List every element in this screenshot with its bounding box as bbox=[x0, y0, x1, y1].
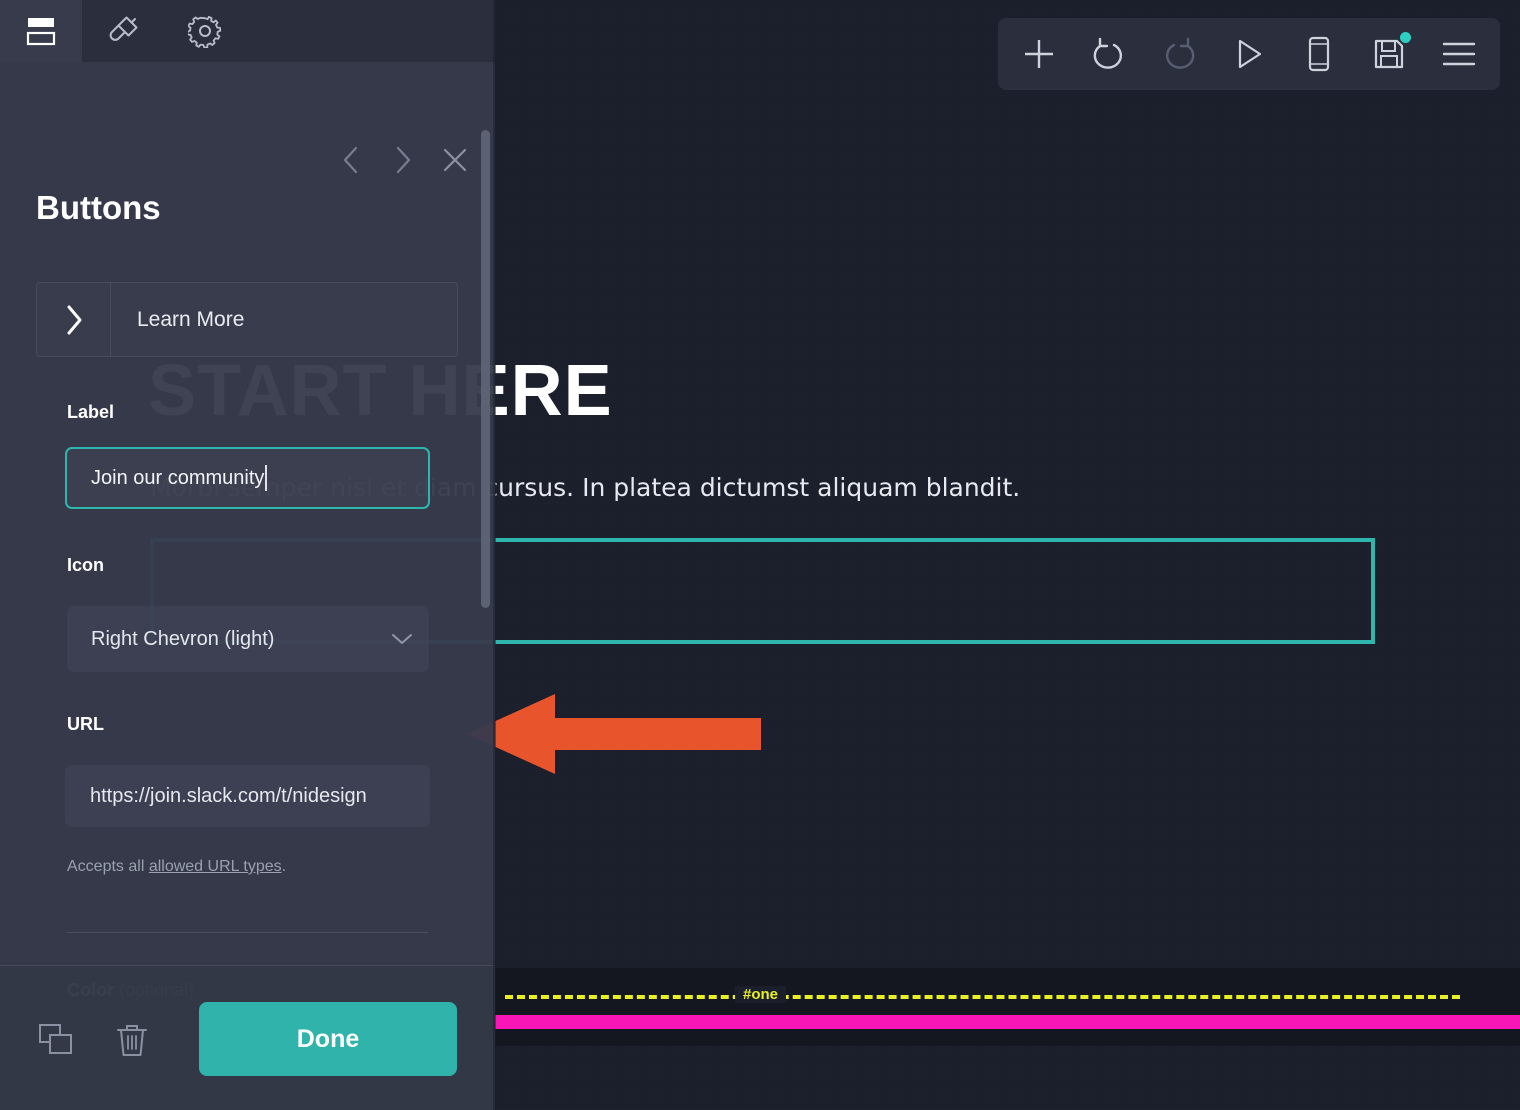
paintbrush-icon bbox=[109, 16, 138, 41]
layout-sections-icon bbox=[26, 18, 56, 46]
label-input-value: Join our community bbox=[91, 466, 265, 489]
gear-icon bbox=[188, 15, 222, 48]
page-title: Buttons bbox=[36, 189, 161, 226]
icon-select-value: Right Chevron (light) bbox=[91, 627, 275, 650]
right-chevron-icon bbox=[67, 305, 81, 334]
panel-scrollbar[interactable] bbox=[481, 130, 490, 608]
annotation-arrow-icon bbox=[467, 694, 761, 774]
button-item-card[interactable]: Learn More bbox=[36, 282, 458, 357]
save-icon bbox=[1374, 39, 1404, 69]
tabbar-filler bbox=[246, 0, 495, 62]
button-item-label: Learn More bbox=[137, 307, 245, 331]
tab-settings[interactable] bbox=[164, 0, 246, 62]
panel-body: Buttons Learn More Label Join our commun… bbox=[0, 62, 495, 1110]
top-toolbar bbox=[998, 18, 1500, 90]
save-button[interactable] bbox=[1358, 26, 1420, 82]
section-guide-line bbox=[505, 995, 1460, 999]
url-input[interactable]: https://join.slack.com/t/nidesign bbox=[65, 765, 430, 827]
url-input-value: https://join.slack.com/t/nidesign bbox=[90, 784, 367, 807]
label-input[interactable]: Join our community bbox=[65, 447, 430, 509]
field-divider bbox=[67, 932, 428, 933]
panel-nav-row bbox=[333, 142, 473, 178]
chevron-down-icon bbox=[392, 634, 412, 644]
section-guide-label: #one bbox=[735, 986, 787, 1003]
add-button[interactable] bbox=[1008, 26, 1070, 82]
icon-field-title: Icon bbox=[67, 555, 105, 575]
duplicate-button[interactable] bbox=[32, 1016, 80, 1064]
delete-button[interactable] bbox=[108, 1016, 156, 1064]
done-button-label: Done bbox=[296, 1024, 360, 1053]
buttons-settings-panel: Buttons Learn More Label Join our commun… bbox=[0, 0, 496, 1110]
done-button[interactable]: Done bbox=[199, 1002, 457, 1076]
section-accent-bar bbox=[495, 1015, 1520, 1029]
panel-edge-shadow bbox=[493, 0, 496, 1110]
url-field-title: URL bbox=[67, 714, 104, 734]
redo-button[interactable] bbox=[1148, 26, 1210, 82]
unsaved-changes-badge bbox=[1400, 32, 1411, 43]
canvas-footer-band bbox=[495, 968, 1520, 1046]
hamburger-menu-icon bbox=[1442, 42, 1476, 66]
trash-icon bbox=[117, 1025, 147, 1056]
allowed-url-types-link[interactable]: allowed URL types bbox=[149, 858, 282, 875]
text-caret bbox=[265, 465, 268, 491]
undo-icon bbox=[1093, 37, 1123, 69]
url-helper-prefix: Accepts all bbox=[67, 858, 149, 875]
panel-tabbar bbox=[0, 0, 495, 62]
icon-select[interactable]: Right Chevron (light) bbox=[67, 606, 429, 672]
mobile-device-icon bbox=[1308, 36, 1330, 72]
url-helper-suffix: . bbox=[281, 858, 287, 875]
tab-design[interactable] bbox=[82, 0, 164, 62]
panel-back-button[interactable] bbox=[333, 142, 369, 178]
editor-window: START HERE Morbi semper nisl et diam cur… bbox=[0, 0, 1520, 1110]
plus-icon bbox=[1025, 40, 1053, 68]
label-field-title: Label bbox=[67, 402, 115, 422]
url-helper-text: Accepts all allowed URL types. bbox=[67, 858, 286, 876]
chevron-right-icon bbox=[396, 146, 411, 174]
undo-button[interactable] bbox=[1078, 26, 1140, 82]
device-preview-button[interactable] bbox=[1288, 26, 1350, 82]
button-item-icon-cell bbox=[37, 283, 111, 356]
menu-button[interactable] bbox=[1428, 26, 1490, 82]
chevron-left-icon bbox=[343, 146, 358, 174]
panel-close-button[interactable] bbox=[437, 142, 473, 178]
tab-sections[interactable] bbox=[0, 0, 82, 62]
close-icon bbox=[443, 148, 467, 172]
play-icon bbox=[1238, 39, 1262, 69]
redo-icon bbox=[1165, 37, 1195, 69]
duplicate-icon bbox=[39, 1024, 72, 1054]
preview-button[interactable] bbox=[1218, 26, 1280, 82]
panel-forward-button[interactable] bbox=[385, 142, 421, 178]
